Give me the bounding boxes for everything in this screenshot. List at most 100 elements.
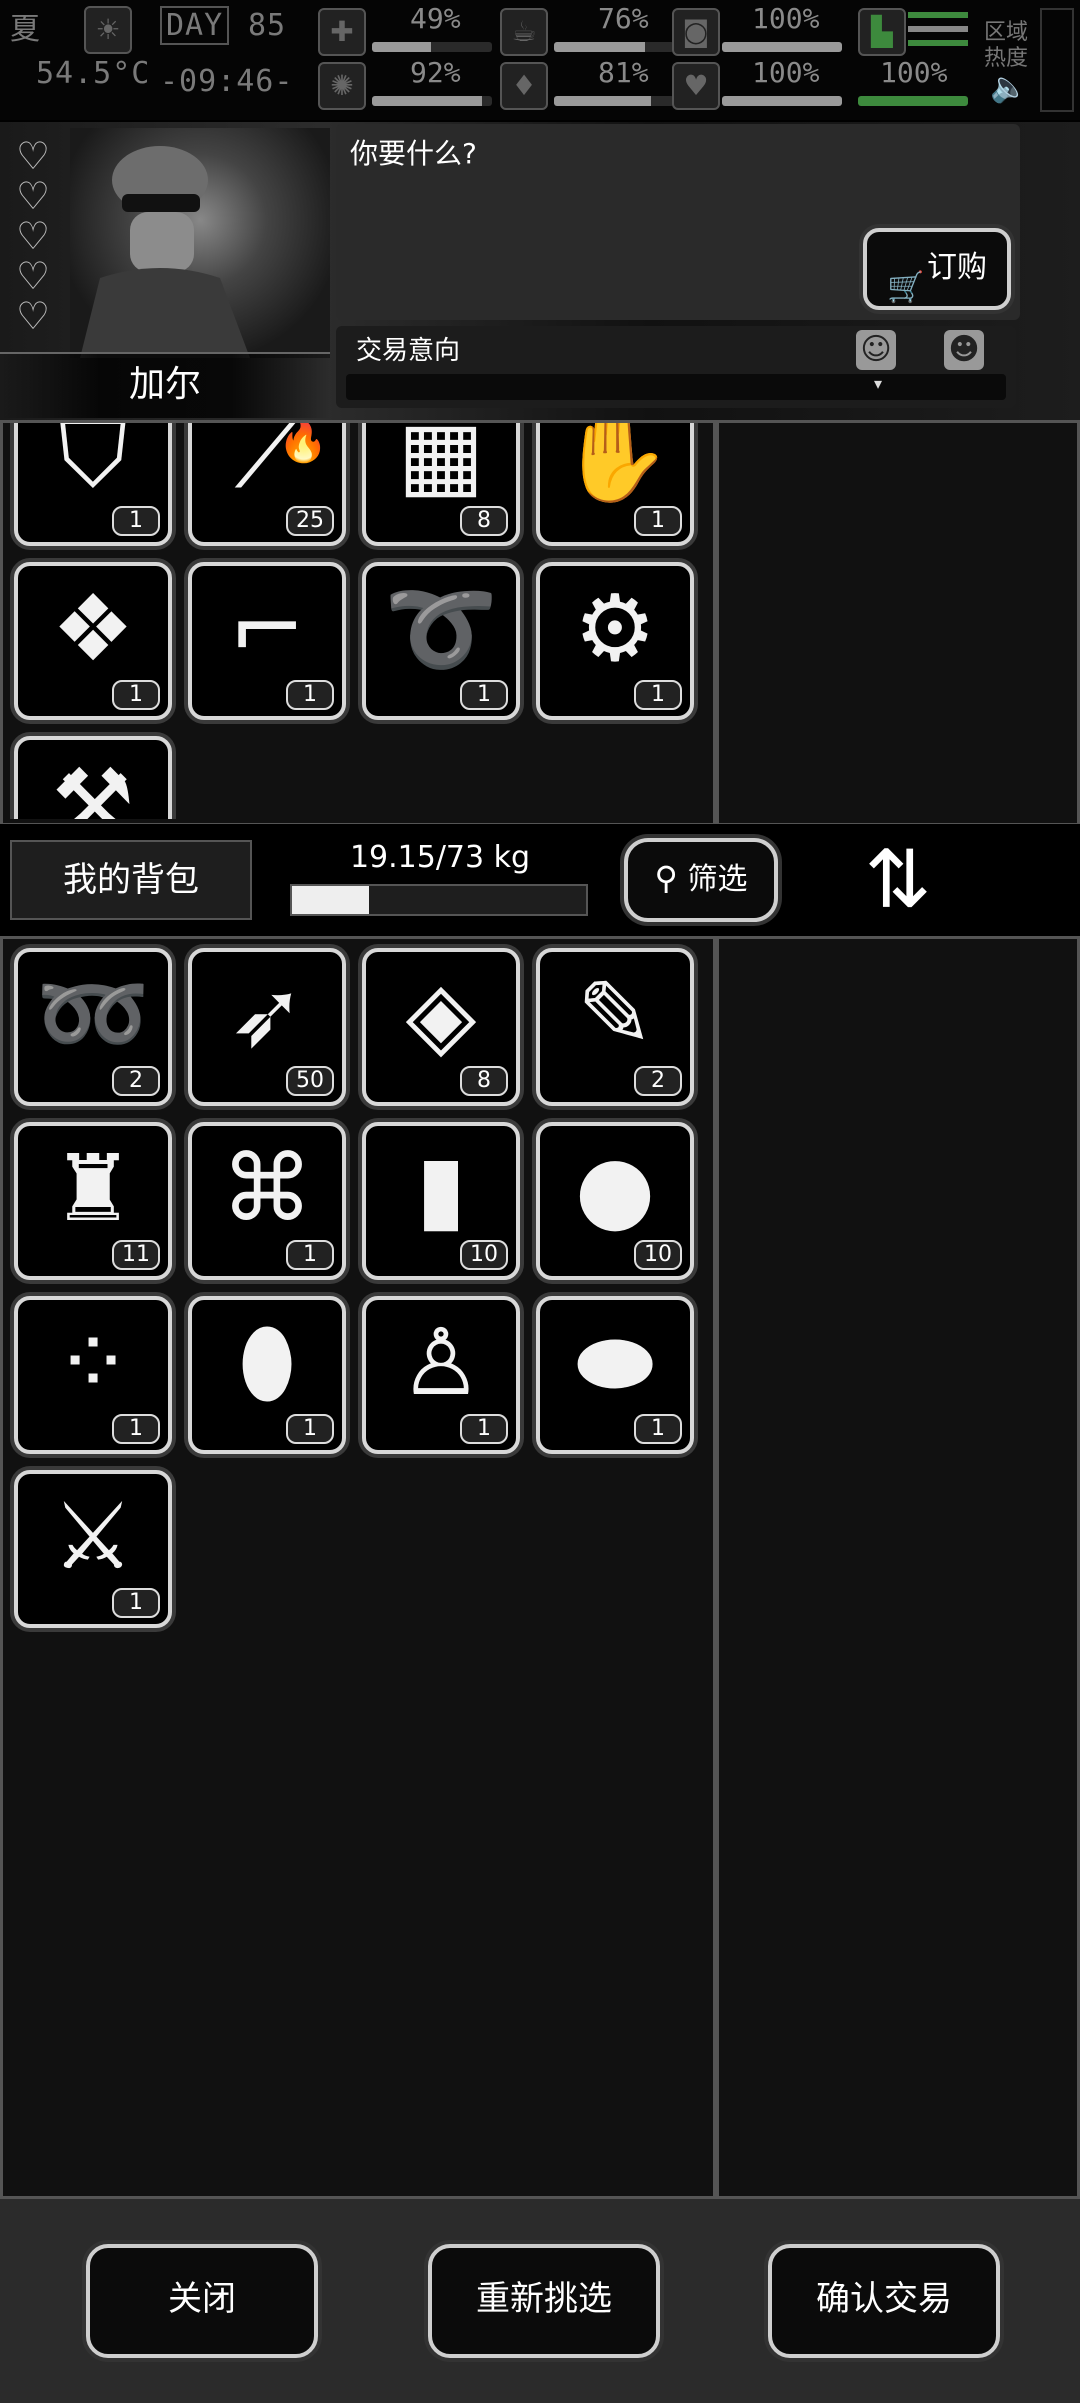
item-slot[interactable]: ▦ 8 [362,423,520,546]
item-slot[interactable]: ◈ 8 [362,948,520,1106]
close-button[interactable]: 关闭 [86,2244,318,2358]
item-slot[interactable]: ♙ 1 [362,1296,520,1454]
stat-bar [858,96,968,106]
speaker-icon[interactable]: 🔈 [990,70,1027,105]
order-button[interactable]: 🛒订购 [863,228,1011,310]
weight-text: 19.15/73 kg [349,840,531,875]
water-bottle-icon: ▮ [415,1135,467,1242]
item-slot[interactable]: ❖ 1 [14,562,172,720]
dynamite-bundle-icon: ▦ [397,423,485,508]
zone-heat-label: 热度 [984,46,1029,71]
trader-name-bar: 加尔 [0,352,330,418]
item-count: 1 [286,1414,334,1444]
item-slot[interactable]: ● 10 [536,1122,694,1280]
item-count: 10 [634,1240,682,1270]
heart-icon: ♡ [16,134,51,178]
item-count: 8 [460,1066,508,1096]
item-count: 1 [112,506,160,536]
stat-value: 76% [598,2,649,35]
axe-icon: ⚒ [51,749,135,819]
heart-icon: ♡ [16,214,51,258]
water-drop-icon: ♦ [500,62,548,110]
trade-intent: 交易意向 ☺ ☻ ▾ [336,326,1016,408]
zone-bar [908,26,968,32]
item-slot[interactable]: ➰ 1 [362,562,520,720]
brain-icon: ✺ [318,62,366,110]
stat-value: 49% [410,2,461,35]
torn-shirt-icon: ♙ [399,1309,483,1416]
item-slot[interactable]: ⟋ 🔥 25 [188,423,346,546]
item-count: 1 [112,1414,160,1444]
trader-offer-area[interactable] [716,420,1080,826]
item-count: 1 [634,506,682,536]
item-count: 1 [634,680,682,710]
item-slot[interactable]: ⚔ 1 [14,1470,172,1628]
item-slot[interactable]: ⬬ 1 [536,1296,694,1454]
item-slot[interactable]: ✋ 1 [536,423,694,546]
fire-icon: 🔥 [278,423,328,465]
stat-value: 100% [880,56,948,89]
rope-icon: ➿ [35,961,151,1068]
stat-bar [722,96,842,106]
medkit-icon: ✚ [318,8,366,56]
weight-bar-fill [292,886,370,914]
swap-icon[interactable]: ⇅ [856,832,940,928]
status-bar: 夏 ☀ DAY 85 54.5°C -09:46- ✚ 49% ☕ 76% ◙ … [0,0,1080,120]
dried-meat-icon: ◈ [405,961,477,1068]
backpack-title: 我的背包 [10,840,252,920]
item-slot[interactable]: ⚒ [14,736,172,819]
item-slot[interactable]: ✎ 2 [536,948,694,1106]
confirm-trade-button[interactable]: 确认交易 [768,2244,1000,2358]
item-slot[interactable]: ⬮ 1 [188,1296,346,1454]
syringe-icon: ✎ [576,961,654,1068]
stat-bar [554,96,674,106]
trade-intent-label: 交易意向 [356,336,461,366]
item-slot[interactable]: ⁘ 1 [14,1296,172,1454]
cloth-rolls-icon: ⌘ [221,1135,313,1242]
filter-button[interactable]: ⚲ 筛选 [624,838,778,922]
folding-chair-icon: ⛉ [58,423,128,508]
item-slot[interactable]: ♜ 11 [14,1122,172,1280]
item-count: 1 [460,1414,508,1444]
item-count: 1 [460,680,508,710]
item-slot[interactable]: ⌐ 1 [188,562,346,720]
stamina-icon: ◙ [672,8,720,56]
neutral-face-icon: ☺ [856,330,896,370]
trade-intent-marker: ▾ [873,374,883,393]
heat-meter [1040,8,1074,112]
heart-icon: ♡ [16,254,51,298]
fuel-canisters-icon: ♜ [51,1135,135,1242]
smg-icon: ⌐ [228,575,306,682]
item-count: 2 [634,1066,682,1096]
heart-icon: ♡ [16,294,51,338]
player-offer-area[interactable] [716,936,1080,2200]
arrow-icon: ➶ [228,961,306,1068]
day-number: 85 [248,8,287,43]
item-slot[interactable]: ⚙ 1 [536,562,694,720]
item-slot[interactable]: ➿ 2 [14,948,172,1106]
item-slot[interactable]: ⌘ 1 [188,1122,346,1280]
zone-bar [908,12,968,18]
stat-value: 81% [598,56,649,89]
holster-icon: ⚙ [573,575,657,682]
day-label: DAY [160,6,230,45]
item-slot[interactable]: ▮ 10 [362,1122,520,1280]
machete-icon: ⚔ [51,1483,135,1590]
game-time: -09:46- [160,64,294,99]
temperature: 54.5°C [36,56,151,91]
shopping-cart-icon: 🛒 [887,269,925,305]
item-count: 1 [112,680,160,710]
reselect-button[interactable]: 重新挑选 [428,2244,660,2358]
boot-icon: ▙ [858,8,906,56]
bullet-icon: ⬮ [238,1309,296,1416]
item-slot[interactable]: ⛉ 1 [14,423,172,546]
item-slot[interactable]: ➶ 50 [188,948,346,1106]
item-count: 1 [112,1588,160,1618]
item-count: 1 [286,1240,334,1270]
happy-face-icon: ☻ [944,330,984,370]
stat-bar [554,42,674,52]
item-count: 11 [112,1240,160,1270]
stat-value: 100% [752,56,820,89]
trader-portrait [70,128,330,358]
trader-scroll-viewport[interactable]: ⛉ 1 ⟋ 🔥 25 ▦ 8 ✋ 1 ❖ 1 ⌐ 1 ➰ 1 ⚙ 1 ⚒ [0,423,708,819]
